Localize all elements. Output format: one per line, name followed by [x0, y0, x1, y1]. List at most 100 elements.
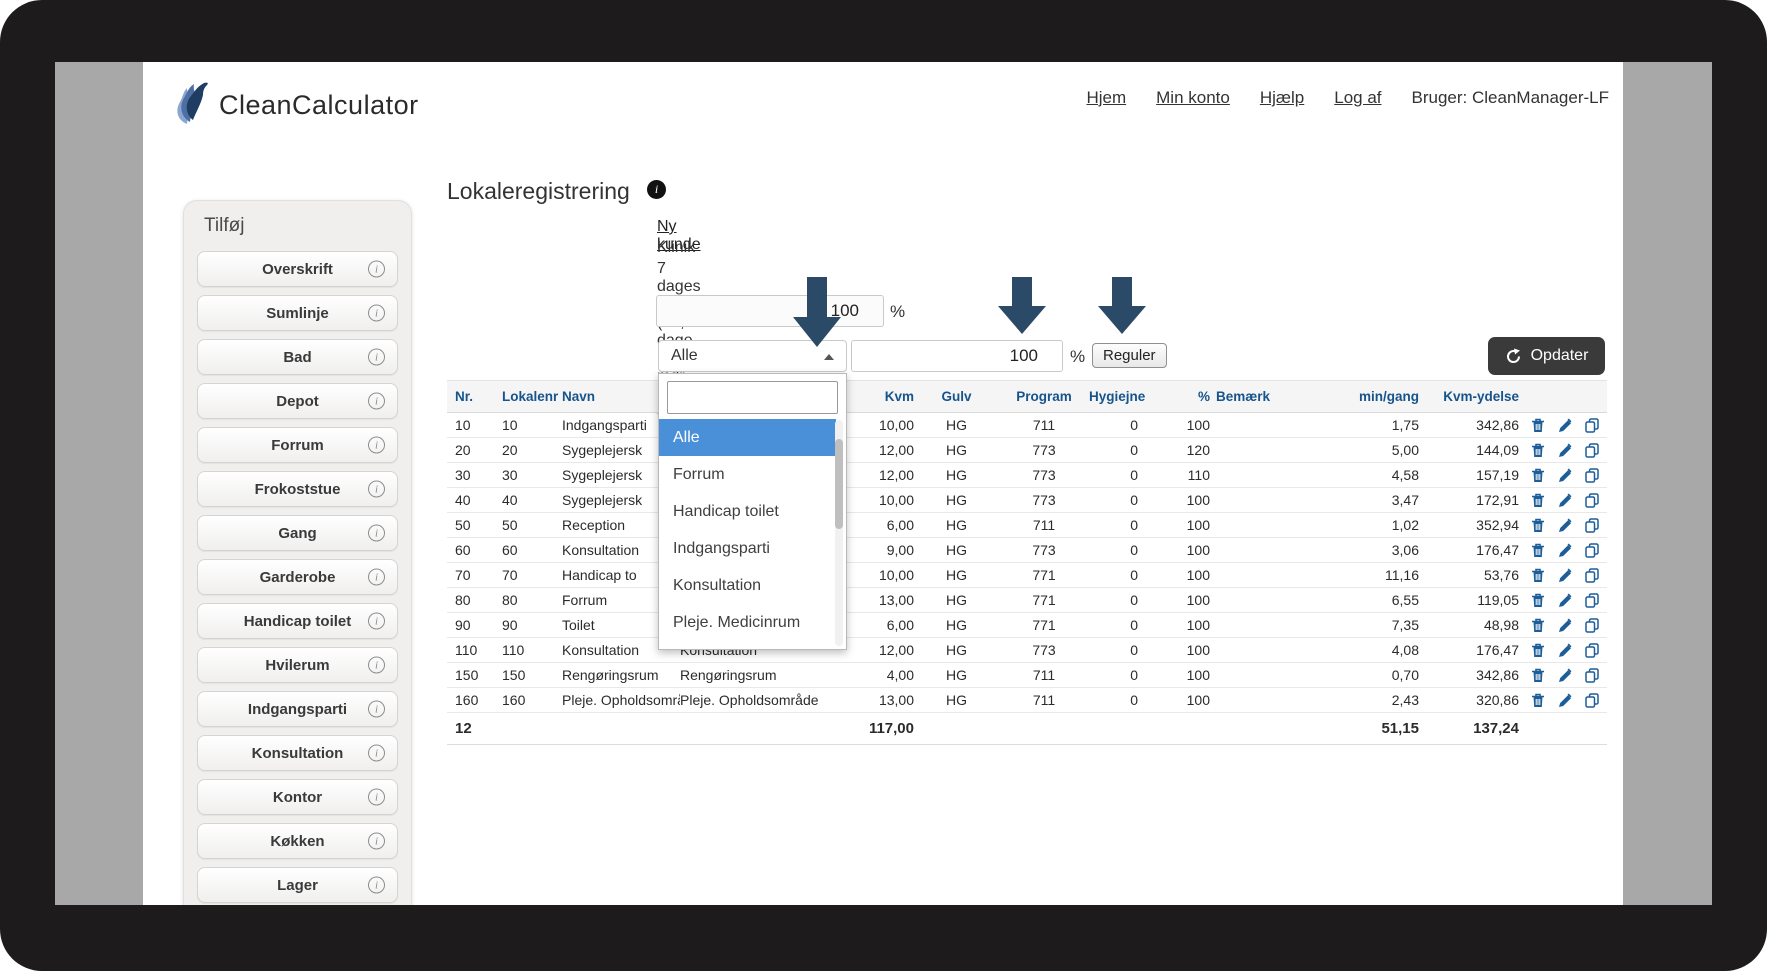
info-icon[interactable]: i: [368, 305, 385, 322]
copy-icon[interactable]: [1585, 568, 1599, 583]
sidebar-add-button[interactable]: Bad i: [197, 339, 398, 375]
cell-lokalenr: 150: [502, 663, 562, 688]
edit-icon[interactable]: [1558, 643, 1572, 658]
col-lokalenr[interactable]: Lokalenr: [502, 381, 562, 413]
delete-icon[interactable]: [1531, 518, 1545, 533]
copy-icon[interactable]: [1585, 518, 1599, 533]
copy-icon[interactable]: [1585, 593, 1599, 608]
delete-icon[interactable]: [1531, 468, 1545, 483]
info-icon[interactable]: i: [368, 877, 385, 894]
dropdown-option[interactable]: Alle: [659, 419, 836, 456]
info-icon[interactable]: i: [368, 349, 385, 366]
info-icon[interactable]: i: [368, 789, 385, 806]
dropdown-scrollbar-thumb[interactable]: [835, 439, 843, 529]
info-icon[interactable]: i: [368, 657, 385, 674]
page-info-icon[interactable]: i: [647, 180, 666, 199]
info-icon[interactable]: i: [368, 261, 385, 278]
reguler-button[interactable]: Reguler: [1092, 343, 1167, 368]
sidebar-add-button[interactable]: Lager i: [197, 867, 398, 903]
delete-icon[interactable]: [1531, 693, 1545, 708]
reguler-procent-input[interactable]: [851, 340, 1063, 372]
copy-icon[interactable]: [1585, 418, 1599, 433]
edit-icon[interactable]: [1558, 418, 1572, 433]
edit-icon[interactable]: [1558, 468, 1572, 483]
delete-icon[interactable]: [1531, 643, 1545, 658]
dropdown-option[interactable]: Konsultation: [659, 567, 836, 604]
nav-link[interactable]: Log af: [1334, 88, 1381, 108]
copy-icon[interactable]: [1585, 543, 1599, 558]
sidebar-add-button[interactable]: Køkken i: [197, 823, 398, 859]
info-icon[interactable]: i: [368, 613, 385, 630]
col-pct[interactable]: %: [1146, 381, 1212, 413]
info-icon[interactable]: i: [368, 569, 385, 586]
edit-icon[interactable]: [1558, 443, 1572, 458]
delete-icon[interactable]: [1531, 418, 1545, 433]
dropdown-option[interactable]: Handicap toilet: [659, 493, 836, 530]
sidebar-add-button[interactable]: Konsultation i: [197, 735, 398, 771]
info-icon[interactable]: i: [368, 701, 385, 718]
col-kvm-ydelse[interactable]: Kvm-ydelse: [1419, 381, 1519, 413]
col-program[interactable]: Program: [999, 381, 1089, 413]
delete-icon[interactable]: [1531, 443, 1545, 458]
cell-min-gang: 4,08: [1314, 638, 1419, 663]
edit-icon[interactable]: [1558, 618, 1572, 633]
edit-icon[interactable]: [1558, 593, 1572, 608]
sidebar-add-button[interactable]: Depot i: [197, 383, 398, 419]
nav-links: Hjem Min konto Hjælp Log af: [1086, 88, 1381, 108]
sidebar-add-button[interactable]: Frokoststue i: [197, 471, 398, 507]
edit-icon[interactable]: [1558, 493, 1572, 508]
cell-min-gang: 2,43: [1314, 688, 1419, 713]
sidebar-add-button[interactable]: Overskrift i: [197, 251, 398, 287]
col-min-gang[interactable]: min/gang: [1314, 381, 1419, 413]
info-icon[interactable]: i: [368, 745, 385, 762]
copy-icon[interactable]: [1585, 643, 1599, 658]
edit-icon[interactable]: [1558, 568, 1572, 583]
nav-link[interactable]: Hjælp: [1260, 88, 1304, 108]
dropdown-option[interactable]: Indgangsparti: [659, 530, 836, 567]
sidebar-add-button[interactable]: Gang i: [197, 515, 398, 551]
copy-icon[interactable]: [1585, 668, 1599, 683]
sidebar-add-button[interactable]: Indgangsparti i: [197, 691, 398, 727]
copy-icon[interactable]: [1585, 618, 1599, 633]
cell-nr: 70: [447, 563, 502, 588]
copy-icon[interactable]: [1585, 443, 1599, 458]
delete-icon[interactable]: [1531, 568, 1545, 583]
edit-icon[interactable]: [1558, 543, 1572, 558]
edit-icon[interactable]: [1558, 693, 1572, 708]
sidebar-add-button[interactable]: Forrum i: [197, 427, 398, 463]
copy-icon[interactable]: [1585, 493, 1599, 508]
info-icon[interactable]: i: [368, 525, 385, 542]
delete-icon[interactable]: [1531, 668, 1545, 683]
delete-icon[interactable]: [1531, 543, 1545, 558]
nav-link[interactable]: Min konto: [1156, 88, 1230, 108]
info-icon[interactable]: i: [368, 437, 385, 454]
col-gulv[interactable]: Gulv: [914, 381, 999, 413]
info-icon[interactable]: i: [368, 481, 385, 498]
delete-icon[interactable]: [1531, 618, 1545, 633]
sidebar-add-button[interactable]: Sumlinje i: [197, 295, 398, 331]
dropdown-scrollbar-track[interactable]: [835, 420, 843, 646]
info-icon[interactable]: i: [368, 833, 385, 850]
cell-program: 771: [999, 563, 1089, 588]
sidebar-add-button[interactable]: Hvilerum i: [197, 647, 398, 683]
edit-icon[interactable]: [1558, 668, 1572, 683]
delete-icon[interactable]: [1531, 493, 1545, 508]
opdater-button[interactable]: Opdater: [1488, 337, 1605, 375]
standard-procent-input[interactable]: [656, 295, 884, 327]
col-nr[interactable]: Nr.: [447, 381, 502, 413]
dropdown-search-input[interactable]: [667, 381, 838, 414]
sidebar-add-button[interactable]: Handicap toilet i: [197, 603, 398, 639]
col-hygiejne[interactable]: Hygiejne: [1089, 381, 1146, 413]
col-kvm[interactable]: Kvm: [840, 381, 914, 413]
edit-icon[interactable]: [1558, 518, 1572, 533]
sidebar-add-button[interactable]: Kontor i: [197, 779, 398, 815]
dropdown-option[interactable]: Forrum: [659, 456, 836, 493]
delete-icon[interactable]: [1531, 593, 1545, 608]
dropdown-option[interactable]: Pleje. Medicinrum: [659, 604, 836, 641]
sidebar-add-button[interactable]: Garderobe i: [197, 559, 398, 595]
col-bemaerk[interactable]: Bemærk: [1212, 381, 1314, 413]
info-icon[interactable]: i: [368, 393, 385, 410]
copy-icon[interactable]: [1585, 468, 1599, 483]
copy-icon[interactable]: [1585, 693, 1599, 708]
nav-link[interactable]: Hjem: [1086, 88, 1126, 108]
